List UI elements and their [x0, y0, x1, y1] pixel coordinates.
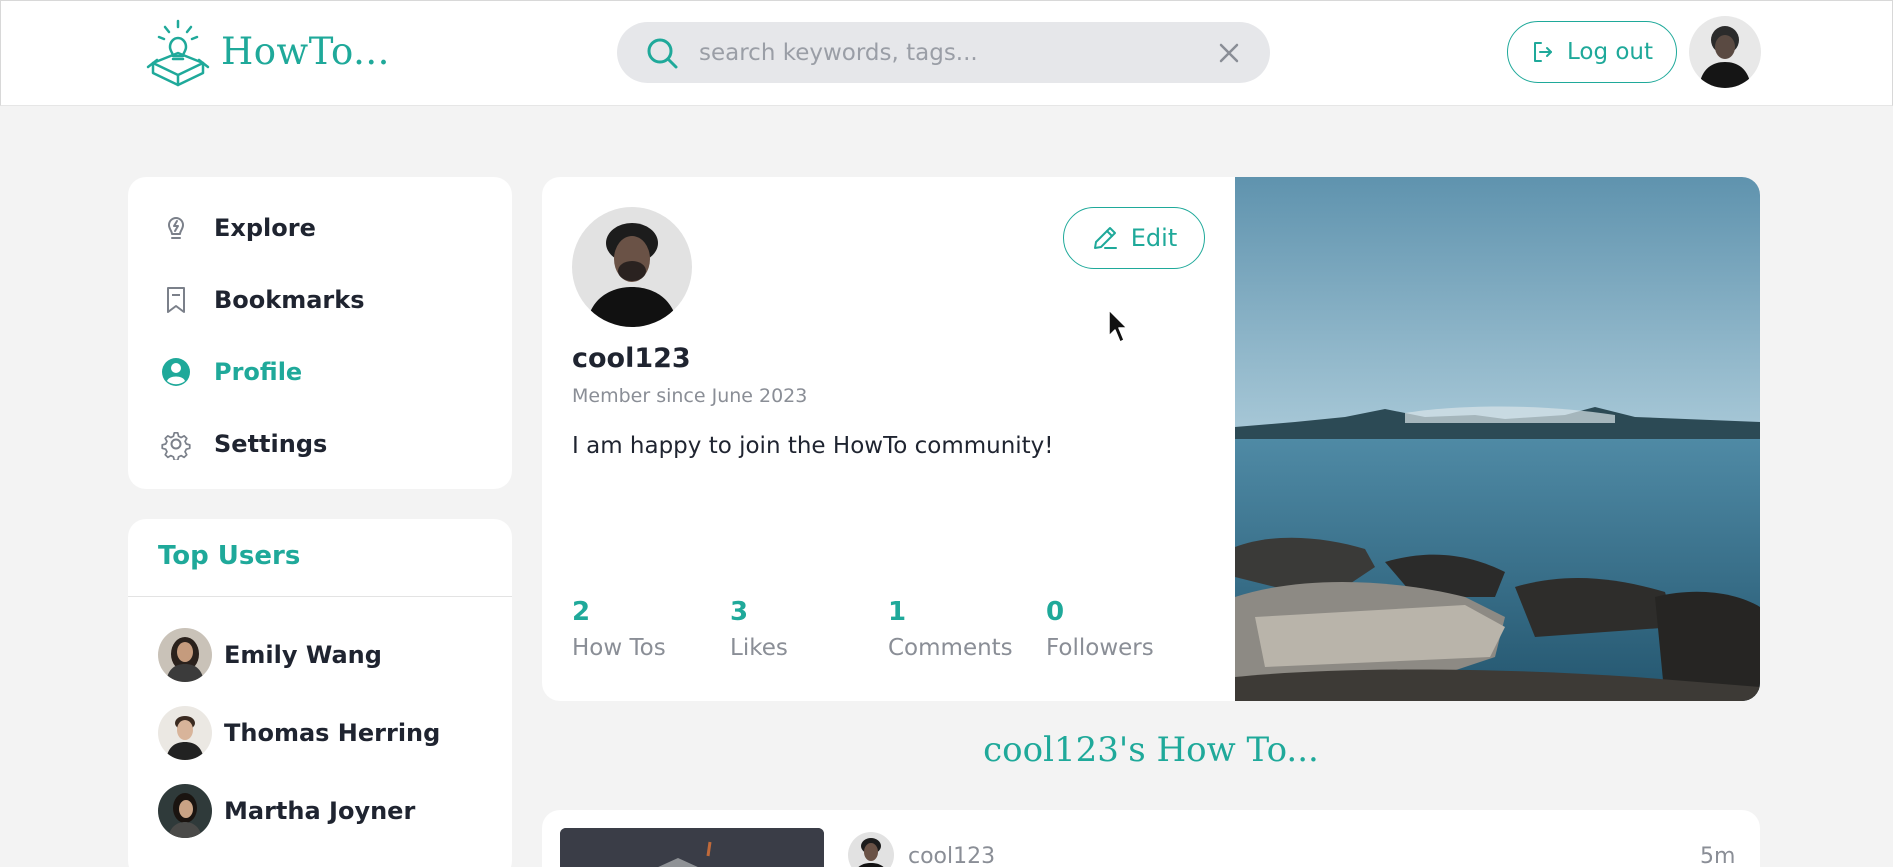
- avatar: [158, 784, 212, 838]
- sidebar-item-profile[interactable]: Profile: [160, 350, 302, 394]
- top-user-item[interactable]: Thomas Herring: [158, 706, 440, 760]
- stat-howtos[interactable]: 2 How Tos: [572, 597, 666, 661]
- logout-button[interactable]: Log out: [1507, 21, 1677, 83]
- divider: [128, 596, 512, 597]
- stat-label: Followers: [1046, 635, 1154, 661]
- avatar-image: [1689, 16, 1761, 88]
- top-user-item[interactable]: Emily Wang: [158, 628, 382, 682]
- stat-value: 2: [572, 597, 591, 627]
- search-input[interactable]: [699, 39, 1218, 66]
- search-bar[interactable]: [617, 22, 1270, 83]
- top-users-title: Top Users: [158, 541, 301, 571]
- sidebar-item-settings[interactable]: Settings: [160, 422, 327, 466]
- stat-comments[interactable]: 1 Comments: [888, 597, 1013, 661]
- logout-label: Log out: [1566, 39, 1654, 65]
- stat-value: 0: [1046, 597, 1065, 627]
- top-user-name: Martha Joyner: [224, 797, 416, 825]
- logout-icon: [1533, 42, 1552, 62]
- bookmark-icon: [167, 287, 185, 313]
- profile-avatar: [572, 207, 692, 327]
- post-timestamp: 5m: [1700, 844, 1736, 867]
- sidebar-item-label: Explore: [214, 214, 316, 242]
- stat-label: Likes: [730, 635, 788, 661]
- stat-followers[interactable]: 0 Followers: [1046, 597, 1154, 661]
- lightbulb-icon: [168, 217, 184, 239]
- top-user-item[interactable]: Martha Joyner: [158, 784, 415, 838]
- profile-card: Edit cool123 Member since June 2023 I am…: [542, 177, 1760, 701]
- post-thumbnail[interactable]: [560, 828, 824, 867]
- edit-label: Edit: [1130, 224, 1178, 252]
- section-title: cool123's How To...: [983, 730, 1319, 770]
- close-icon[interactable]: [1218, 42, 1240, 64]
- sidebar-item-explore[interactable]: Explore: [160, 206, 316, 250]
- post-author[interactable]: cool123: [908, 844, 995, 867]
- sidebar-item-label: Profile: [214, 358, 303, 386]
- user-avatar[interactable]: [1689, 16, 1761, 88]
- pencil-icon: [1093, 227, 1117, 249]
- logo[interactable]: HowTo...: [145, 15, 390, 87]
- stat-value: 1: [888, 597, 907, 627]
- sidebar-item-label: Settings: [214, 430, 328, 458]
- top-header: HowTo... Log out: [0, 0, 1893, 106]
- logo-text: HowTo...: [221, 29, 390, 73]
- sidebar-nav: Explore Bookmarks Profile Settings: [128, 177, 512, 489]
- top-users-panel: Top Users Emily Wang Thomas Herring Mart…: [128, 519, 512, 867]
- profile-bio: I am happy to join the HowTo community!: [572, 433, 1054, 459]
- search-icon: [647, 38, 678, 68]
- stat-label: Comments: [888, 635, 1013, 661]
- logo-icon: [146, 19, 210, 87]
- profile-username: cool123: [572, 343, 691, 374]
- edit-profile-button[interactable]: Edit: [1063, 207, 1205, 269]
- avatar: [158, 706, 212, 760]
- stat-label: How Tos: [572, 635, 666, 661]
- member-since: Member since June 2023: [572, 385, 808, 407]
- user-circle-icon: [162, 358, 190, 386]
- stat-likes[interactable]: 3 Likes: [730, 597, 788, 661]
- gear-icon: [161, 431, 191, 460]
- stat-value: 3: [730, 597, 749, 627]
- avatar: [848, 832, 894, 867]
- sidebar-item-label: Bookmarks: [214, 286, 365, 314]
- sidebar-item-bookmarks[interactable]: Bookmarks: [160, 278, 365, 322]
- howto-post-card[interactable]: cool123 5m: [542, 810, 1760, 867]
- top-user-name: Emily Wang: [224, 641, 382, 669]
- avatar: [158, 628, 212, 682]
- mouse-cursor-icon: [1108, 309, 1128, 343]
- top-user-name: Thomas Herring: [224, 719, 441, 747]
- cover-image: [1235, 177, 1760, 701]
